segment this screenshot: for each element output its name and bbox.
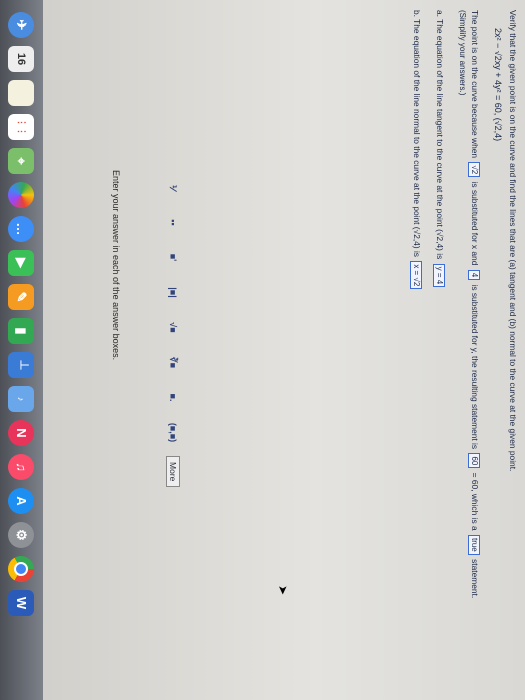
answer-box-normal[interactable]: x = √2 bbox=[410, 261, 422, 290]
part-a: a. The equation of the line tangent to t… bbox=[433, 10, 446, 690]
facetime-icon[interactable]: ▶ bbox=[8, 250, 35, 276]
fraction-tool-button[interactable]: ⅟ bbox=[162, 170, 184, 205]
screen: Verify that the given point is on the cu… bbox=[0, 0, 525, 700]
notes-icon[interactable] bbox=[8, 80, 35, 106]
ordered-pair-tool-button[interactable]: (■,■) bbox=[162, 415, 184, 450]
part-b-text: b. The equation of the line normal to th… bbox=[412, 10, 422, 257]
equation: 2x² − √2xy + 4y² = 60, (√2,4) bbox=[493, 28, 503, 142]
part-b: b. The equation of the line normal to th… bbox=[410, 10, 423, 690]
mixed-number-tool-button[interactable]: ▪▪ bbox=[162, 205, 184, 240]
math-toolbar: ⅟ ▪▪ ■' |■| √■ ∛■ ■. (■,■) More bbox=[161, 170, 185, 670]
launchpad-icon[interactable]: ✈ bbox=[8, 12, 35, 38]
dock: ✈ 16 ⋮⋮ ⌖ … ▶ ✎ ▮ ┴ ♪ N ♫ A ⚙ W bbox=[0, 0, 43, 700]
answer-box-true-false[interactable]: true bbox=[468, 534, 480, 555]
answer-box-y[interactable]: 4 bbox=[468, 269, 480, 281]
point-check-mid2: is substituted for y, the resulting stat… bbox=[470, 284, 480, 450]
keynote-icon[interactable]: ┴ bbox=[8, 352, 35, 378]
nth-root-tool-button[interactable]: ∛■ bbox=[162, 345, 184, 380]
point-check-statement: The point is on the curve because when √… bbox=[456, 10, 481, 690]
answer-box-tangent[interactable]: y = 4 bbox=[433, 263, 445, 288]
more-button[interactable]: More bbox=[166, 456, 180, 488]
simplify-note: (Simplify your answers.) bbox=[458, 10, 467, 96]
point-check-mid1: is substituted for x and bbox=[470, 181, 480, 266]
question-prompt: Verify that the given point is on the cu… bbox=[508, 10, 518, 472]
absolute-value-tool-button[interactable]: |■| bbox=[162, 275, 184, 310]
point-check-pre: The point is on the curve because when bbox=[470, 10, 480, 159]
appstore-icon[interactable]: A bbox=[8, 488, 35, 514]
point-check-post: statement. bbox=[470, 559, 480, 599]
news-icon[interactable]: N bbox=[8, 420, 35, 446]
numbers-icon[interactable]: ▮ bbox=[8, 318, 35, 344]
itunes-icon[interactable]: ♪ bbox=[8, 386, 35, 412]
messages-icon[interactable]: … bbox=[8, 216, 35, 242]
exponent-tool-button[interactable]: ■' bbox=[162, 240, 184, 275]
music-icon[interactable]: ♫ bbox=[8, 454, 35, 480]
word-icon[interactable]: W bbox=[8, 590, 35, 616]
point-check-mid3: = 60, which is a bbox=[470, 472, 480, 531]
part-a-text: a. The equation of the line tangent to t… bbox=[435, 10, 445, 260]
photos-icon[interactable] bbox=[8, 182, 35, 208]
maps-icon[interactable]: ⌖ bbox=[8, 148, 35, 174]
mouse-cursor-icon: ➤ bbox=[276, 585, 290, 596]
instruction-text: Enter your answer in each of the answer … bbox=[111, 170, 121, 361]
decimal-tool-button[interactable]: ■. bbox=[162, 380, 184, 415]
chrome-icon[interactable] bbox=[8, 556, 35, 582]
pages-icon[interactable]: ✎ bbox=[8, 284, 35, 310]
answer-box-x[interactable]: √2 bbox=[468, 162, 480, 178]
settings-icon[interactable]: ⚙ bbox=[8, 522, 35, 548]
square-root-tool-button[interactable]: √■ bbox=[162, 310, 184, 345]
calendar-day: 16 bbox=[15, 52, 28, 66]
calendar-icon[interactable]: 16 bbox=[8, 46, 35, 72]
answer-box-result[interactable]: 60 bbox=[468, 453, 480, 469]
reminders-icon[interactable]: ⋮⋮ bbox=[8, 114, 35, 140]
